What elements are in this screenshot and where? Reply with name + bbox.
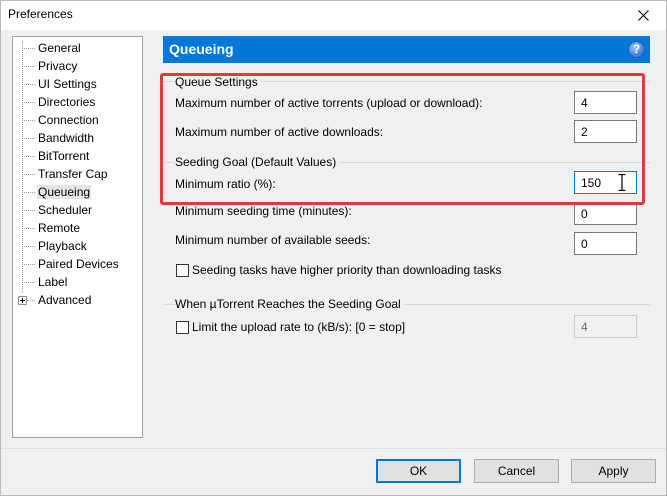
tree-item-label: Remote (38, 221, 81, 235)
tree-connector (22, 192, 35, 193)
tree-item-bittorrent[interactable]: BitTorrent (13, 147, 142, 165)
title-bar: Preferences (1, 1, 666, 30)
tree-connector (22, 138, 35, 139)
tree-item-label: Connection (38, 113, 99, 127)
limit-upload-checkbox[interactable] (176, 321, 189, 334)
tree-item-remote[interactable]: Remote (13, 219, 142, 237)
tree-item-label: Scheduler (38, 203, 93, 217)
tree-item-playback[interactable]: Playback (13, 237, 142, 255)
priority-checkbox[interactable] (176, 264, 189, 277)
tree-connector (22, 228, 35, 229)
tree-item-label: Transfer Cap (38, 167, 108, 181)
tree-connector (22, 264, 35, 265)
tree-item-label: BitTorrent (38, 149, 90, 163)
cancel-button[interactable]: Cancel (474, 459, 559, 483)
tree-item-queueing[interactable]: Queueing (13, 183, 142, 201)
annotation-highlight-box (160, 73, 645, 205)
close-button[interactable] (622, 1, 666, 30)
tree-connector (22, 84, 35, 85)
tree-item-ui-settings[interactable]: UI Settings (13, 75, 142, 93)
tree-item-connection[interactable]: Connection (13, 111, 142, 129)
min-seeding-time-input[interactable] (574, 202, 637, 225)
tree-connector (27, 300, 35, 301)
tree-item-label-category[interactable]: Label (13, 273, 142, 291)
tree-item-directories[interactable]: Directories (13, 93, 142, 111)
dialog-footer: OK Cancel Apply (1, 448, 666, 495)
section-title: Queueing (169, 41, 234, 57)
tree-item-label: Advanced (38, 293, 92, 307)
tree-connector (22, 102, 35, 103)
limit-upload-label: Limit the upload rate to (kB/s): [0 = st… (192, 320, 406, 334)
tree-connector (22, 66, 35, 67)
tree-item-label: Label (38, 275, 68, 289)
seeding-goal-reached-group-title: When µTorrent Reaches the Seeding Goal (175, 297, 404, 311)
expand-plus-icon[interactable] (18, 296, 27, 305)
help-icon[interactable]: ? (628, 41, 645, 58)
tree-connector (22, 246, 35, 247)
tree-item-privacy[interactable]: Privacy (13, 57, 142, 75)
ok-button[interactable]: OK (376, 459, 461, 483)
tree-item-label: Paired Devices (38, 257, 119, 271)
tree-connector (22, 282, 35, 283)
tree-item-transfer-cap[interactable]: Transfer Cap (13, 165, 142, 183)
window-title: Preferences (8, 7, 73, 21)
tree-item-label: Privacy (38, 59, 78, 73)
tree-connector (22, 48, 35, 49)
limit-upload-input[interactable] (574, 315, 637, 338)
preferences-window: Preferences General Privacy UI Settings … (0, 0, 667, 496)
tree-item-label: UI Settings (38, 77, 97, 91)
section-header: Queueing ? (163, 36, 650, 63)
tree-item-general[interactable]: General (13, 39, 142, 57)
tree-item-scheduler[interactable]: Scheduler (13, 201, 142, 219)
tree-item-paired-devices[interactable]: Paired Devices (13, 255, 142, 273)
priority-checkbox-label: Seeding tasks have higher priority than … (192, 263, 502, 277)
tree-item-label: Bandwidth (38, 131, 95, 145)
text-cursor-icon (618, 174, 626, 191)
min-seeds-label: Minimum number of available seeds: (175, 233, 371, 247)
tree-item-label: Directories (38, 95, 96, 109)
tree-item-label: Playback (38, 239, 87, 253)
tree-connector (22, 156, 35, 157)
tree-item-label: Queueing (37, 185, 92, 199)
tree-connector (22, 120, 35, 121)
min-seeding-time-label: Minimum seeding time (minutes): (175, 204, 352, 218)
category-tree: General Privacy UI Settings Directories … (12, 36, 143, 438)
apply-button[interactable]: Apply (571, 459, 656, 483)
min-seeds-input[interactable] (574, 232, 637, 255)
tree-item-bandwidth[interactable]: Bandwidth (13, 129, 142, 147)
tree-connector (22, 174, 35, 175)
close-icon (638, 10, 649, 21)
tree-connector (22, 210, 35, 211)
tree-item-label: General (38, 41, 81, 55)
tree-item-advanced[interactable]: Advanced (13, 291, 142, 309)
